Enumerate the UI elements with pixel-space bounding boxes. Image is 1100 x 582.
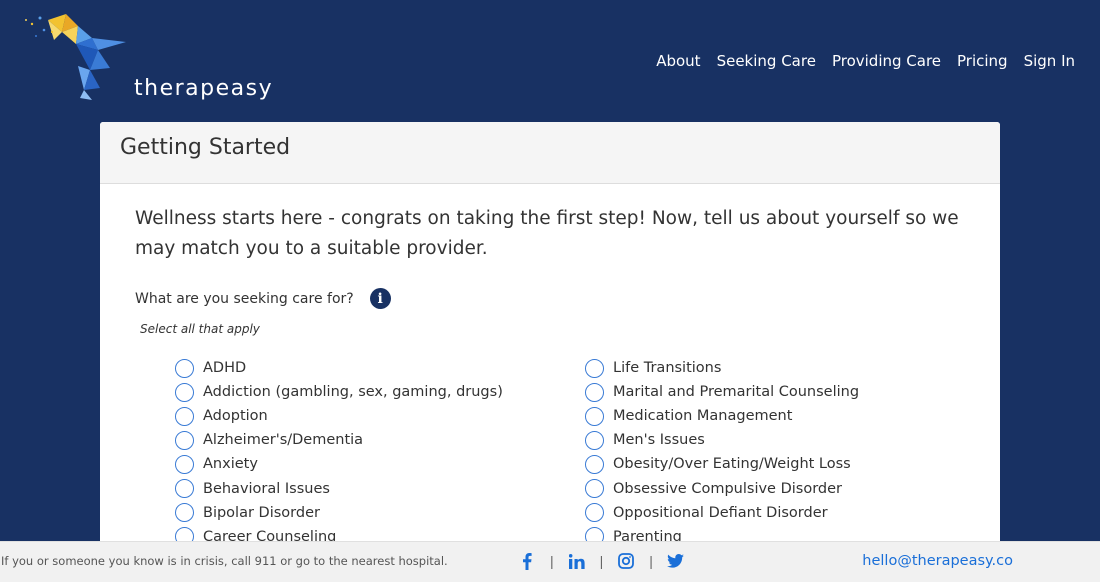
option-odd[interactable]: Oppositional Defiant Disorder: [585, 501, 985, 525]
option-label: Alzheimer's/Dementia: [203, 432, 364, 449]
option-checkbox[interactable]: [175, 406, 194, 426]
option-obesity[interactable]: Obesity/Over Eating/Weight Loss: [585, 452, 985, 476]
nav-seeking-care[interactable]: Seeking Care: [717, 52, 816, 70]
option-adoption[interactable]: Adoption: [175, 404, 585, 428]
facebook-icon[interactable]: [518, 551, 536, 571]
option-checkbox[interactable]: [175, 430, 194, 450]
option-label: Obesity/Over Eating/Weight Loss: [613, 456, 851, 473]
separator: |: [649, 553, 653, 569]
option-label: Behavioral Issues: [203, 480, 330, 497]
care-options-list: ADHD Addiction (gambling, sex, gaming, d…: [175, 356, 985, 549]
option-label: Oppositional Defiant Disorder: [613, 504, 828, 521]
site-footer: If you or someone you know is in crisis,…: [0, 541, 1100, 582]
option-mens-issues[interactable]: Men's Issues: [585, 428, 985, 452]
brand-logo[interactable]: therapeasy: [18, 10, 272, 110]
crisis-notice: If you or someone you know is in crisis,…: [1, 554, 448, 568]
option-label: Anxiety: [203, 456, 258, 473]
question-row: What are you seeking care for? i: [135, 288, 391, 309]
option-checkbox[interactable]: [585, 406, 604, 426]
option-label: Medication Management: [613, 408, 793, 425]
nav-sign-in[interactable]: Sign In: [1024, 52, 1075, 70]
linkedin-icon[interactable]: [568, 551, 586, 571]
option-anxiety[interactable]: Anxiety: [175, 452, 585, 476]
separator: |: [599, 553, 604, 569]
hummingbird-logo-icon: [25, 14, 126, 100]
page-title: Getting Started: [120, 135, 291, 160]
option-label: Men's Issues: [613, 432, 705, 449]
option-adhd[interactable]: ADHD: [175, 356, 585, 380]
option-marital[interactable]: Marital and Premarital Counseling: [585, 380, 985, 404]
select-hint: Select all that apply: [140, 322, 260, 336]
site-header: therapeasy About Seeking Care Providing …: [0, 0, 1100, 122]
intro-text: Wellness starts here - congrats on takin…: [135, 208, 959, 259]
contact-email-link[interactable]: hello@therapeasy.co: [862, 553, 1013, 569]
question-label: What are you seeking care for?: [135, 290, 354, 307]
option-life-transitions[interactable]: Life Transitions: [585, 356, 985, 380]
instagram-icon[interactable]: [617, 551, 635, 571]
card-header: Getting Started: [100, 122, 1000, 184]
option-label: Life Transitions: [613, 360, 722, 377]
brand-name: therapeasy: [134, 76, 274, 101]
option-checkbox[interactable]: [585, 454, 604, 474]
twitter-icon[interactable]: [667, 551, 685, 571]
option-label: Marital and Premarital Counseling: [613, 384, 860, 401]
option-bipolar[interactable]: Bipolar Disorder: [175, 501, 585, 525]
option-addiction[interactable]: Addiction (gambling, sex, gaming, drugs): [175, 380, 585, 404]
option-label: Obsessive Compulsive Disorder: [613, 480, 842, 497]
option-behavioral-issues[interactable]: Behavioral Issues: [175, 476, 585, 500]
nav-about[interactable]: About: [656, 52, 700, 70]
option-ocd[interactable]: Obsessive Compulsive Disorder: [585, 476, 985, 500]
option-label: ADHD: [203, 360, 247, 377]
option-alzheimers[interactable]: Alzheimer's/Dementia: [175, 428, 585, 452]
option-label: Adoption: [203, 408, 268, 425]
main-nav: About Seeking Care Providing Care Pricin…: [656, 52, 1075, 70]
separator: |: [550, 553, 554, 569]
option-checkbox[interactable]: [175, 503, 194, 523]
option-checkbox[interactable]: [175, 382, 194, 402]
nav-providing-care[interactable]: Providing Care: [832, 52, 941, 70]
option-label: Bipolar Disorder: [203, 504, 320, 521]
option-checkbox[interactable]: [585, 430, 604, 450]
option-checkbox[interactable]: [585, 358, 604, 378]
getting-started-card: Getting Started Wellness starts here - c…: [100, 122, 1000, 582]
social-links: | | |: [518, 551, 685, 571]
option-checkbox[interactable]: [585, 503, 604, 523]
option-checkbox[interactable]: [175, 479, 194, 499]
option-checkbox[interactable]: [175, 358, 194, 378]
option-checkbox[interactable]: [585, 479, 604, 499]
option-medication[interactable]: Medication Management: [585, 404, 985, 428]
option-checkbox[interactable]: [175, 454, 194, 474]
nav-pricing[interactable]: Pricing: [957, 52, 1008, 70]
option-label: Addiction (gambling, sex, gaming, drugs): [203, 384, 503, 401]
option-checkbox[interactable]: [585, 382, 604, 402]
info-icon[interactable]: i: [369, 288, 391, 309]
